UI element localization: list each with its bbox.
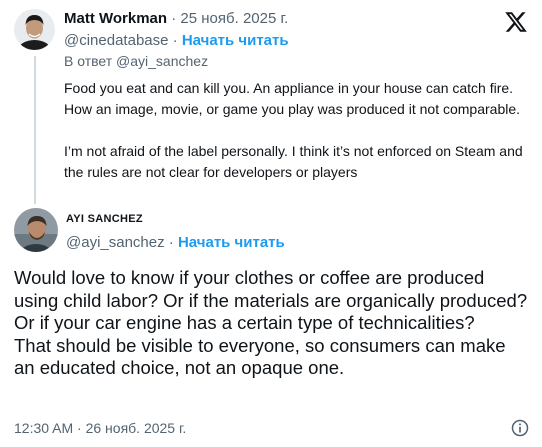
info-icon[interactable] <box>510 418 530 438</box>
parent-handle[interactable]: @cinedatabase <box>64 32 168 49</box>
main-avatar[interactable] <box>14 208 58 252</box>
parent-display-name[interactable]: Matt Workman <box>64 10 167 27</box>
reply-mention-link[interactable]: @ayi_sanchez <box>116 53 208 69</box>
reply-prefix: В ответ <box>64 53 113 69</box>
reply-context: В ответ @ayi_sanchez <box>64 53 208 70</box>
parent-handle-row: @cinedatabase · Начать читать <box>64 32 289 50</box>
tweet-embed-card: Matt Workman · 25 нояб. 2025 г. @cinedat… <box>0 0 542 447</box>
main-handle-row: @ayi_sanchez · Начать читать <box>66 234 285 252</box>
thread-connector-line <box>34 56 36 204</box>
main-handle-separator: · <box>168 234 174 251</box>
main-tweet-paragraph-1: Would love to know if your clothes or co… <box>14 267 528 333</box>
main-avatar-image <box>14 208 58 252</box>
parent-name-row: Matt Workman · 25 нояб. 2025 г. <box>64 10 288 28</box>
parent-tweet-text: Food you eat and can kill you. An applia… <box>64 80 523 180</box>
main-tweet-paragraph-2: That should be visible to everyone, so c… <box>14 334 506 379</box>
parent-avatar-image <box>14 9 55 50</box>
main-display-name[interactable]: AYI SANCHEZ <box>66 213 143 225</box>
parent-avatar[interactable] <box>14 9 55 50</box>
parent-date-separator: · <box>171 10 177 27</box>
x-logo-icon[interactable] <box>504 10 528 34</box>
parent-handle-separator: · <box>172 32 178 49</box>
main-handle[interactable]: @ayi_sanchez <box>66 234 165 251</box>
tweet-timestamp[interactable]: 12:30 AM · 26 нояб. 2025 г. <box>14 420 186 437</box>
main-follow-link[interactable]: Начать читать <box>178 234 285 251</box>
parent-date[interactable]: 25 нояб. 2025 г. <box>180 10 288 27</box>
main-tweet-text: Would love to know if your clothes or co… <box>14 267 530 380</box>
parent-follow-link[interactable]: Начать читать <box>182 32 289 49</box>
